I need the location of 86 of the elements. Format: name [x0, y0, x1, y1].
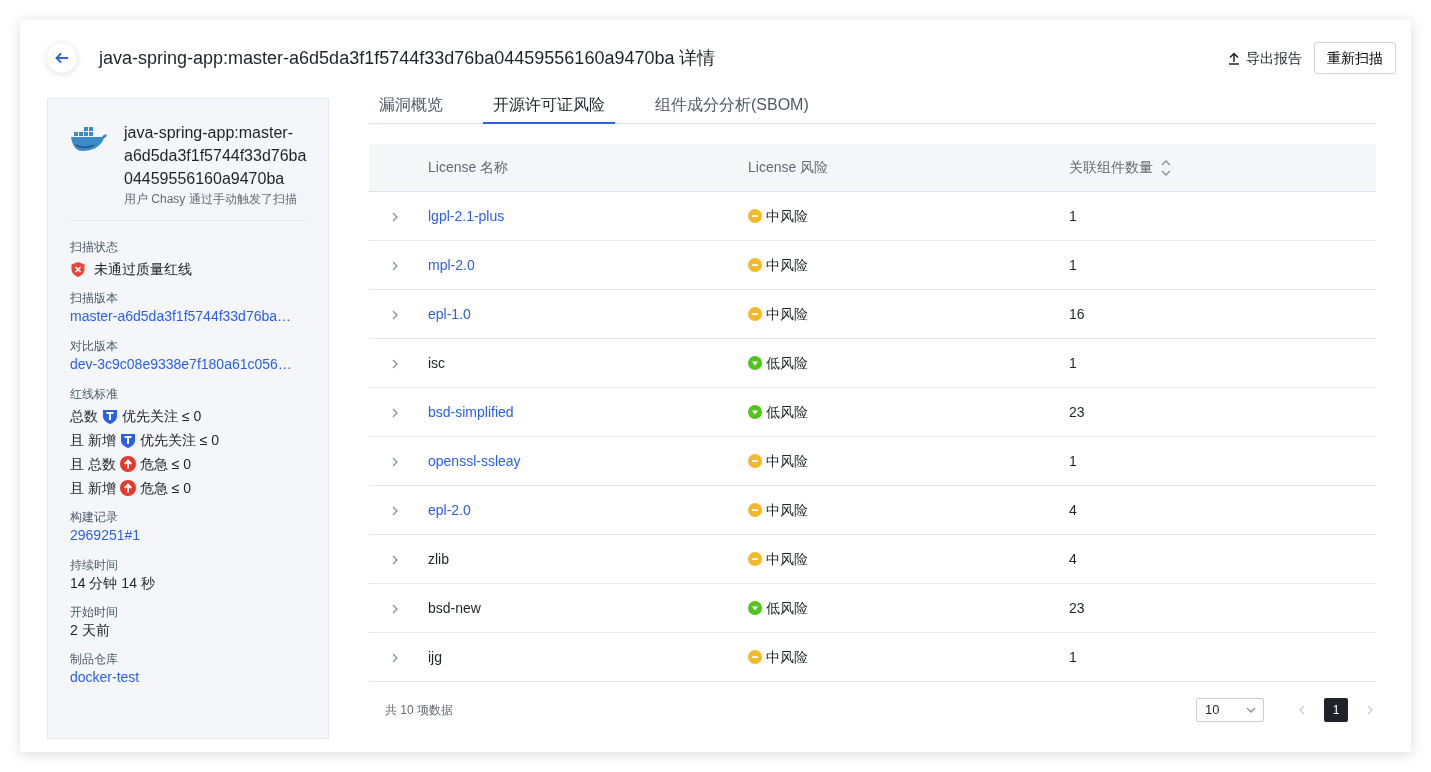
dropdown-chevron-icon[interactable]: [1245, 706, 1257, 714]
risk-icon: [748, 209, 762, 223]
license-link[interactable]: mpl-2.0: [428, 256, 475, 273]
criteria-prefix: 且 新增: [70, 479, 116, 498]
field-value: 2 天前: [70, 621, 111, 640]
back-button[interactable]: [47, 43, 77, 73]
risk-icon: [748, 307, 762, 321]
page-button[interactable]: 1: [1324, 698, 1348, 722]
count-cell-text: 4: [1069, 500, 1078, 520]
field-label: 扫描状态: [70, 239, 119, 255]
field-value: 14 分钟 14 秒: [70, 574, 156, 593]
count-cell-text: 23: [1069, 402, 1086, 422]
criteria-rule: 优先关注 ≤ 0: [139, 431, 220, 450]
count-cell-text: 1: [1069, 206, 1078, 226]
risk-label: 中风险: [766, 206, 808, 226]
risk-label: 低风险: [766, 402, 808, 422]
count-cell-text: 1: [1069, 451, 1078, 471]
risk-icon: [748, 258, 762, 272]
risk-label: 低风险: [766, 353, 808, 373]
count-cell-text: 23: [1069, 598, 1086, 618]
license-name: ijg: [428, 648, 442, 665]
license-name: isc: [428, 354, 446, 371]
priority-shield-icon: [102, 408, 118, 424]
license-name: zlib: [428, 550, 449, 567]
risk-label: 中风险: [766, 500, 808, 520]
field-link[interactable]: master-a6d5da3f1f5744f33d76ba…: [70, 306, 292, 326]
count-cell-text: 16: [1069, 304, 1086, 324]
risk-label: 中风险: [766, 304, 808, 324]
whale-icon: [70, 126, 108, 152]
criteria-rule: 优先关注 ≤ 0: [122, 407, 202, 426]
license-link[interactable]: lgpl-2.1-plus: [428, 207, 505, 224]
criteria-prefix: 且 总数: [70, 455, 116, 474]
field-link[interactable]: dev-3c9c08e9338e7f180a61c056…: [70, 354, 292, 374]
risk-label: 中风险: [766, 451, 808, 471]
column-header[interactable]: 关联组件数量: [1069, 157, 1153, 178]
status-text: 未通过质量红线: [94, 260, 192, 279]
total-count: 共 10 项数据: [385, 702, 453, 719]
rescan-button[interactable]: 重新扫描: [1314, 42, 1396, 74]
field-label: 扫描版本: [70, 290, 119, 306]
risk-label: 低风险: [766, 598, 808, 618]
license-name: bsd-new: [428, 599, 481, 616]
risk-label: 中风险: [766, 647, 808, 667]
image-name: java-spring-app:master-a6d5da3f1f5744f33d76ba04459556160a9470ba: [124, 123, 308, 189]
criteria-rule: 危急 ≤ 0: [139, 479, 192, 498]
tab[interactable]: 漏洞概览: [369, 88, 453, 124]
tab[interactable]: 组件成分分析(SBOM): [645, 88, 819, 124]
page-title: java-spring-app:master-a6d5da3f1f5744f33d76ba04459556160a9470ba 详情: [99, 46, 716, 70]
shield-icon: [70, 260, 86, 278]
criteria-rule: 危急 ≤ 0: [139, 455, 192, 474]
risk-label: 中风险: [766, 255, 808, 275]
license-link[interactable]: bsd-simplified: [428, 403, 514, 420]
field-link[interactable]: docker-test: [70, 667, 140, 687]
count-cell-text: 1: [1069, 647, 1078, 667]
criteria-prefix: 总数: [70, 407, 98, 426]
license-link[interactable]: openssl-ssleay: [428, 452, 521, 469]
risk-icon: [748, 503, 762, 517]
field-label: 构建记录: [70, 509, 119, 525]
field-link[interactable]: 2969251#1: [70, 525, 141, 545]
page-size-select[interactable]: 10: [1196, 698, 1264, 722]
priority-shield-icon: [119, 432, 136, 448]
risk-label: 中风险: [766, 549, 808, 569]
license-link[interactable]: epl-1.0: [428, 305, 471, 322]
criteria-prefix: 且 新增: [70, 431, 116, 450]
risk-icon: [748, 650, 762, 664]
trigger-note: 用户 Chasy 通过手动触发了扫描: [124, 191, 298, 208]
risk-icon: [748, 405, 762, 419]
field-label: 对比版本: [70, 338, 119, 354]
risk-icon: [748, 454, 762, 468]
risk-icon: [748, 552, 762, 566]
risk-icon: [748, 601, 762, 615]
field-label: 持续时间: [70, 557, 119, 573]
export-report-button[interactable]: 导出报告: [1228, 47, 1302, 69]
upload-icon: [1228, 51, 1240, 65]
column-header: License 名称: [428, 159, 509, 175]
back-arrow-icon[interactable]: [55, 52, 69, 64]
field-label: 开始时间: [70, 604, 119, 620]
license-link[interactable]: epl-2.0: [428, 501, 471, 518]
count-cell-text: 4: [1069, 549, 1078, 569]
count-cell-text: 1: [1069, 353, 1078, 373]
column-header: License 风险: [748, 159, 829, 175]
field-label: 制品仓库: [70, 651, 119, 667]
risk-icon: [748, 356, 762, 370]
tab[interactable]: 开源许可证风险: [483, 88, 615, 124]
field-label: 红线标准: [70, 386, 119, 402]
sort-icon[interactable]: [1161, 158, 1171, 177]
count-cell-text: 1: [1069, 255, 1078, 275]
